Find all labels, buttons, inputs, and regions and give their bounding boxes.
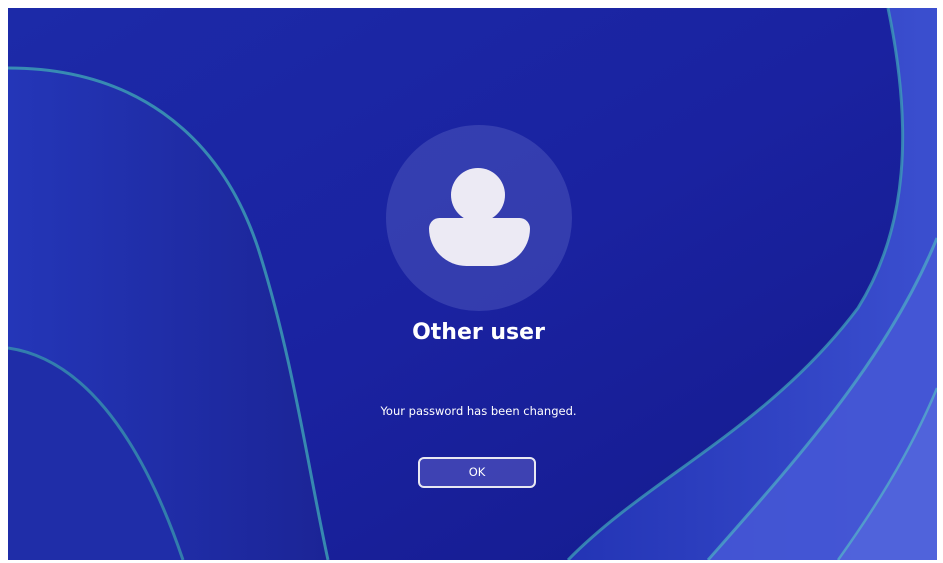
lock-screen: Other user Your password has been change… — [8, 8, 937, 560]
user-name: Other user — [412, 320, 545, 345]
ok-button[interactable]: OK — [418, 457, 536, 488]
user-avatar — [386, 125, 572, 311]
status-message: Your password has been changed. — [380, 404, 577, 418]
person-icon-body — [429, 218, 530, 266]
person-icon-head — [451, 168, 505, 222]
